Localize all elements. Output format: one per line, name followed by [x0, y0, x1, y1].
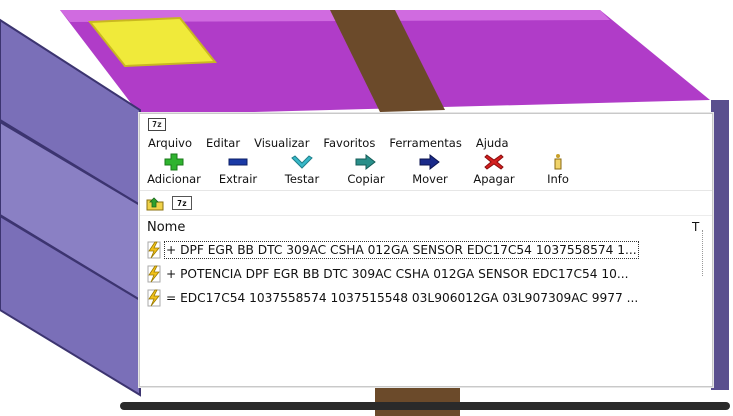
- info-label: Info: [547, 172, 569, 186]
- archive-path-icon[interactable]: 7z: [172, 196, 192, 210]
- file-row[interactable]: + DPF EGR BB DTC 309AC CSHA 012GA SENSOR…: [140, 238, 712, 262]
- file-name: + DPF EGR BB DTC 309AC CSHA 012GA SENSOR…: [164, 241, 639, 259]
- copy-label: Copiar: [347, 172, 385, 186]
- move-button[interactable]: Mover: [398, 152, 462, 186]
- up-folder-icon[interactable]: [146, 195, 164, 211]
- add-label: Adicionar: [147, 172, 201, 186]
- title-bar: 7z: [140, 114, 712, 134]
- delete-label: Apagar: [473, 172, 515, 186]
- column-divider[interactable]: [702, 230, 711, 276]
- copy-arrow-icon: [355, 153, 376, 171]
- app-icon: 7z: [148, 117, 166, 131]
- delete-button[interactable]: Apagar: [462, 152, 526, 186]
- menu-editar[interactable]: Editar: [206, 136, 240, 150]
- lightning-file-icon: [147, 241, 161, 259]
- list-header: Nome T: [140, 216, 712, 238]
- copy-button[interactable]: Copiar: [334, 152, 398, 186]
- extract-label: Extrair: [218, 172, 258, 186]
- menu-ferramentas[interactable]: Ferramentas: [389, 136, 461, 150]
- info-icon: [554, 154, 562, 170]
- menu-favoritos[interactable]: Favoritos: [323, 136, 375, 150]
- move-label: Mover: [412, 172, 448, 186]
- move-arrow-icon: [419, 153, 440, 171]
- lightning-file-icon: [147, 265, 161, 283]
- column-name[interactable]: Nome: [147, 220, 185, 235]
- lightning-file-icon: [147, 289, 161, 307]
- menu-arquivo[interactable]: Arquivo: [148, 136, 192, 150]
- menu-visualizar[interactable]: Visualizar: [254, 136, 309, 150]
- delete-x-icon: [484, 154, 504, 170]
- plus-icon: [164, 153, 184, 171]
- toolbar: Adicionar Extrair Testar Copiar Mover Ap…: [140, 152, 712, 191]
- strap-bottom: [375, 385, 460, 416]
- minus-icon: [228, 158, 248, 166]
- extract-button[interactable]: Extrair: [206, 152, 270, 186]
- file-name: + POTENCIA DPF EGR BB DTC 309AC CSHA 012…: [166, 267, 629, 281]
- check-icon: [291, 155, 313, 169]
- info-button[interactable]: Info: [526, 152, 590, 186]
- file-row[interactable]: + POTENCIA DPF EGR BB DTC 309AC CSHA 012…: [140, 262, 712, 286]
- column-second[interactable]: T: [692, 220, 699, 234]
- file-name: = EDC17C54 1037558574 1037515548 03L9060…: [166, 291, 639, 305]
- address-bar: 7z: [140, 191, 712, 216]
- menu-ajuda[interactable]: Ajuda: [476, 136, 509, 150]
- test-label: Testar: [284, 172, 320, 186]
- menu-bar: Arquivo Editar Visualizar Favoritos Ferr…: [140, 134, 712, 152]
- archive-window: 7z Arquivo Editar Visualizar Favoritos F…: [139, 113, 713, 387]
- file-row[interactable]: = EDC17C54 1037558574 1037515548 03L9060…: [140, 286, 712, 310]
- test-button[interactable]: Testar: [270, 152, 334, 186]
- add-button[interactable]: Adicionar: [142, 152, 206, 186]
